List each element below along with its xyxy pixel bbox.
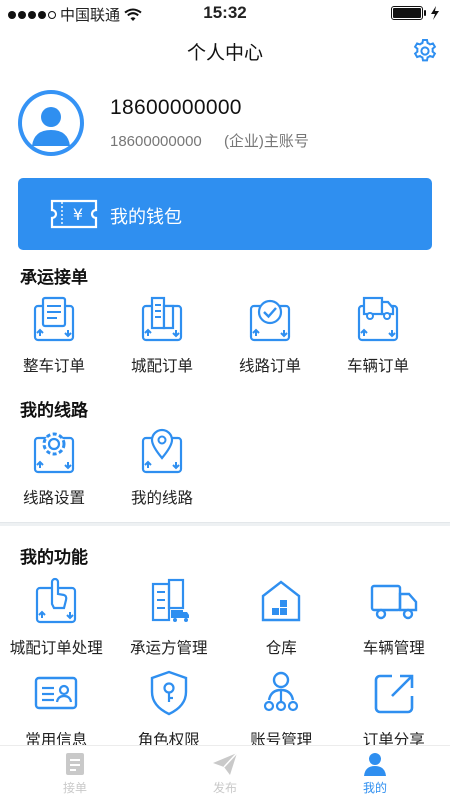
user-phone: 18600000000 (110, 96, 242, 119)
tab-orders[interactable]: 接单 (0, 746, 150, 800)
grid-item-role-permissions[interactable]: 角色权限 (113, 666, 226, 750)
wallet-button[interactable]: ¥ 我的钱包 (18, 178, 432, 250)
tab-label: 我的 (362, 781, 387, 795)
warehouse-icon (262, 580, 301, 622)
route-check-icon (249, 299, 291, 342)
routes-grid: 线路设置 我的线路 (0, 424, 450, 508)
grid-item-common-info[interactable]: 常用信息 (0, 666, 113, 750)
status-bar: 中国联通 15:32 (0, 0, 450, 26)
share-external-icon (374, 674, 414, 714)
clock: 15:32 (203, 3, 247, 22)
profile-card[interactable]: 18600000000 18600000000 (企业)主账号 (0, 90, 450, 166)
battery-area (391, 6, 440, 20)
grid-item-route-settings[interactable]: 线路设置 (0, 424, 108, 508)
grid-item-city-order[interactable]: 城配订单 (108, 292, 216, 376)
tab-label: 发布 (212, 781, 237, 795)
grid-label: 我的线路 (130, 490, 193, 507)
grid-item-route-order[interactable]: 线路订单 (216, 292, 324, 376)
settings-button[interactable] (412, 38, 438, 64)
tab-label: 接单 (62, 781, 87, 795)
section-title-routes: 我的线路 (20, 401, 88, 420)
gear-icon (413, 39, 437, 62)
section-title-transport: 承运接单 (20, 268, 88, 287)
grid-item-warehouse[interactable]: 仓库 (225, 574, 338, 658)
battery-icon (391, 6, 426, 20)
full-truck-order-icon (33, 296, 75, 342)
grid-label: 仓库 (265, 640, 297, 657)
section-title-functions: 我的功能 (20, 548, 88, 567)
person-icon (364, 753, 386, 776)
truck-order-icon (357, 296, 399, 342)
nav-bar: 个人中心 (0, 26, 450, 78)
truck-icon (370, 584, 417, 620)
tab-bar: 接单 发布 我的 (0, 745, 450, 800)
tab-publish[interactable]: 发布 (150, 746, 300, 800)
account-info: 18600000000 (企业)主账号 (110, 130, 327, 151)
functions-grid-row1: 城配订单处理 承运方管理 仓库 车辆管理 (0, 574, 450, 658)
id-card-icon (35, 676, 78, 710)
grid-item-city-order-processing[interactable]: 城配订单处理 (0, 574, 113, 658)
grid-label: 承运方管理 (129, 640, 208, 657)
grid-label: 车辆管理 (362, 640, 425, 657)
section-divider (0, 522, 450, 526)
shield-key-icon (150, 670, 187, 716)
order-list-icon (66, 753, 84, 775)
account-type: (企业)主账号 (223, 133, 309, 150)
grid-item-order-share[interactable]: 订单分享 (338, 666, 450, 750)
grid-label: 线路订单 (238, 358, 301, 375)
svg-text:¥: ¥ (73, 205, 83, 224)
grid-label: 整车订单 (22, 358, 85, 375)
grid-label: 城配订单处理 (9, 640, 103, 657)
route-settings-gear-icon (33, 432, 75, 474)
wallet-label: 我的钱包 (110, 207, 182, 227)
account-phone: 18600000000 (110, 133, 202, 150)
grid-label: 线路设置 (22, 490, 85, 507)
charging-icon (431, 6, 439, 20)
city-buildings-icon (141, 296, 183, 342)
grid-item-vehicle-management[interactable]: 车辆管理 (338, 574, 450, 658)
paper-plane-icon (213, 752, 238, 775)
grid-item-carrier-management[interactable]: 承运方管理 (113, 574, 226, 658)
wallet-ticket-icon: ¥ (50, 199, 98, 229)
default-avatar-icon (22, 94, 80, 152)
grid-label: 车辆订单 (346, 358, 409, 375)
grid-label: 城配订单 (130, 358, 193, 375)
grid-item-account-management[interactable]: 账号管理 (225, 666, 338, 750)
functions-grid-row2: 常用信息 角色权限 账号管理 订单分享 (0, 666, 450, 750)
grid-item-vehicle-order[interactable]: 车辆订单 (324, 292, 432, 376)
tab-mine[interactable]: 我的 (300, 746, 450, 800)
grid-item-full-truck-order[interactable]: 整车订单 (0, 292, 108, 376)
avatar[interactable] (18, 90, 84, 156)
page-title: 个人中心 (186, 43, 263, 64)
carrier-building-icon (151, 578, 189, 622)
grid-item-my-routes[interactable]: 我的线路 (108, 424, 216, 508)
account-tree-icon (264, 671, 299, 712)
route-map-pin-icon (141, 428, 183, 474)
transport-grid: 整车订单 城配订单 线路订单 车辆订单 (0, 292, 450, 376)
hand-tap-order-icon (36, 577, 77, 624)
